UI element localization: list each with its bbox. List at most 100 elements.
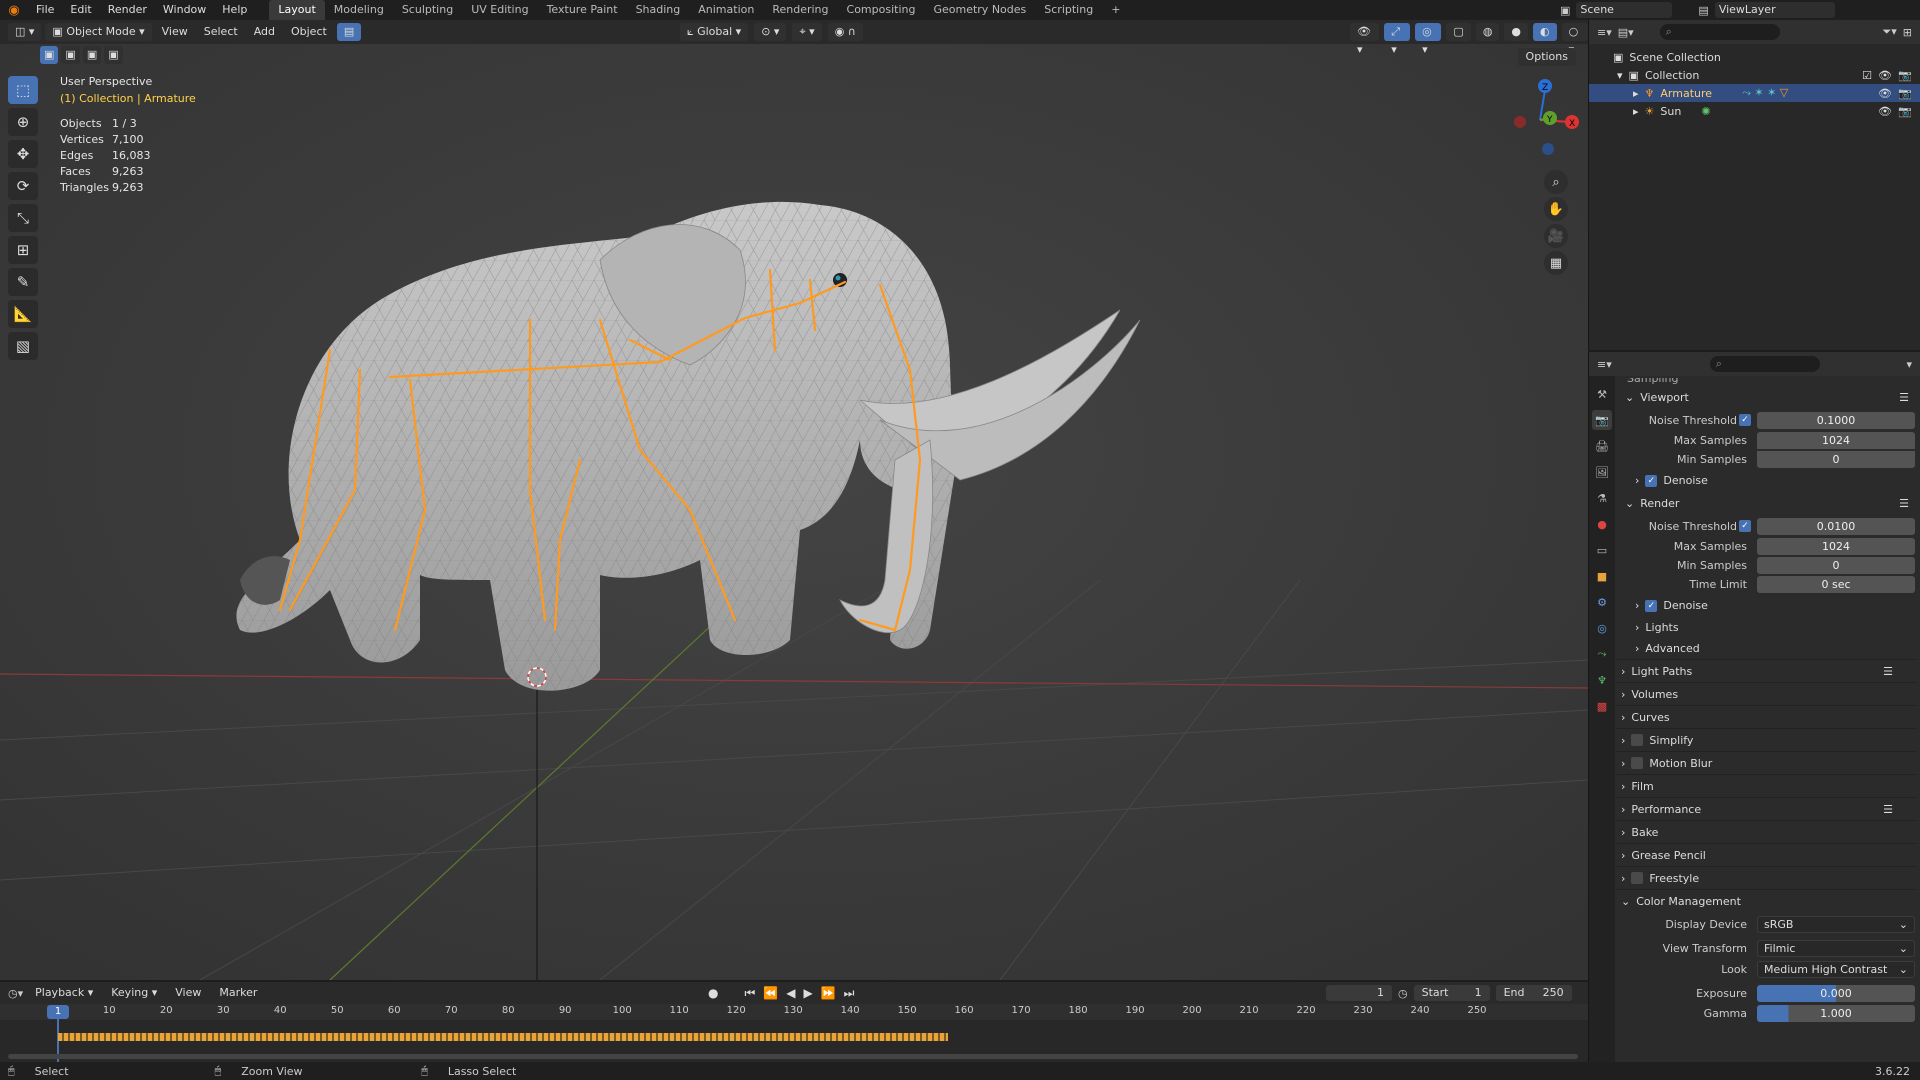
outliner-row-armature[interactable]: ▸ ♆ Armature ⤳ ✶ ✶ ▽ 👁 📷 <box>1589 84 1920 102</box>
blender-logo-icon[interactable]: ◉ <box>0 3 28 18</box>
select-new-icon[interactable]: ▣ <box>40 46 59 64</box>
start-frame-field[interactable]: Start 1 <box>1413 985 1490 1001</box>
view-layer-icon[interactable]: ▤ <box>1698 4 1708 17</box>
filter-icon[interactable]: ⏷▾ <box>1882 25 1896 39</box>
noise-threshold-checkbox[interactable]: ✓ <box>1739 520 1751 532</box>
eye-icon[interactable]: 👁 <box>1878 69 1892 82</box>
jump-start-icon[interactable]: ⏮ <box>744 986 755 1001</box>
rendered-shading-icon[interactable]: ○ ▾ <box>1561 23 1588 56</box>
display-device-select[interactable]: sRGB ⌄ <box>1757 915 1915 933</box>
timeline-editor-icon[interactable]: ◷▾ <box>8 987 23 1000</box>
panel-freestyle[interactable]: › Freestyle <box>1617 866 1917 889</box>
tab-sculpting[interactable]: Sculpting <box>393 0 462 20</box>
perspective-toggle-icon[interactable]: ▦ <box>1544 251 1568 275</box>
add-cube-tool-icon[interactable]: ▧ <box>8 332 38 360</box>
panel-light-paths[interactable]: › Light Paths ☰ <box>1617 659 1917 682</box>
3d-viewport[interactable]: ◫ ▾ ▣ Object Mode ▾ View Select Add Obje… <box>0 20 1588 980</box>
min-samples-field[interactable]: 0 <box>1757 451 1915 468</box>
material-shading-icon[interactable]: ◐ <box>1533 23 1557 41</box>
next-keyframe-icon[interactable]: ⏩ <box>821 986 836 1000</box>
section-render[interactable]: ⌄ Render ☰ <box>1617 492 1917 515</box>
menu-add[interactable]: Add <box>248 23 281 41</box>
list-icon[interactable]: ☰ <box>1883 665 1893 678</box>
world-tab-icon[interactable]: ● <box>1592 514 1612 534</box>
menu-marker[interactable]: Marker <box>213 984 263 1002</box>
panel-bake[interactable]: › Bake <box>1617 820 1917 843</box>
look-select[interactable]: Medium High Contrast ⌄ <box>1757 961 1915 978</box>
panel-volumes[interactable]: › Volumes <box>1617 682 1917 705</box>
min-samples-field[interactable]: 0 <box>1757 557 1915 574</box>
measure-tool-icon[interactable]: 📐 <box>8 300 38 328</box>
tab-texture-paint[interactable]: Texture Paint <box>538 0 627 20</box>
denoise-checkbox[interactable]: ✓ <box>1645 599 1658 612</box>
exclude-checkbox-icon[interactable]: ☑ <box>1862 69 1872 82</box>
tab-shading[interactable]: Shading <box>627 0 690 20</box>
menu-view[interactable]: View <box>156 23 194 41</box>
gamma-slider[interactable]: 1.000 <box>1757 1004 1915 1022</box>
overlay-icon[interactable]: ◎ ▾ <box>1415 23 1442 56</box>
xray-icon[interactable]: ▢ <box>1446 23 1471 41</box>
tool-tab-icon[interactable]: ⚒ <box>1592 384 1612 404</box>
annotate-tool-icon[interactable]: ✎ <box>8 268 38 296</box>
subsection-lights[interactable]: › Lights <box>1617 617 1917 638</box>
menu-help[interactable]: Help <box>214 0 255 20</box>
tab-scripting[interactable]: Scripting <box>1035 0 1102 20</box>
clock-icon[interactable]: ◷ <box>1398 987 1408 1000</box>
panel-motion-blur[interactable]: › Motion Blur <box>1617 751 1917 774</box>
panel-film[interactable]: › Film <box>1617 774 1917 797</box>
new-collection-icon[interactable]: ⊞ <box>1903 26 1912 39</box>
menu-timeline-view[interactable]: View <box>169 984 207 1002</box>
time-limit-field[interactable]: 0 sec <box>1757 576 1915 593</box>
camera-view-icon[interactable]: 🎥 <box>1544 224 1568 248</box>
properties-editor-icon[interactable]: ≡▾ <box>1597 358 1612 371</box>
panel-curves[interactable]: › Curves <box>1617 705 1917 728</box>
exposure-slider[interactable]: 0.000 <box>1757 984 1915 1002</box>
menu-render[interactable]: Render <box>100 0 155 20</box>
expand-arrow-icon[interactable]: ▾ <box>1617 69 1623 82</box>
mode-selector[interactable]: ▣ Object Mode ▾ <box>45 23 152 41</box>
pan-hand-icon[interactable]: ✋ <box>1544 197 1568 221</box>
select-invert-icon[interactable]: ▣ <box>104 46 123 64</box>
object-tab-icon[interactable]: ■ <box>1592 566 1612 586</box>
options-button[interactable]: Options <box>1517 48 1576 66</box>
play-icon[interactable]: ▶ <box>803 986 812 1000</box>
data-tab-icon[interactable]: ♆ <box>1592 670 1612 690</box>
max-samples-field[interactable]: 1024 <box>1757 432 1915 449</box>
tab-compositing[interactable]: Compositing <box>838 0 925 20</box>
outliner-search-input[interactable]: ⌕ <box>1659 24 1780 40</box>
current-frame-field[interactable]: 1 <box>1326 985 1392 1001</box>
eye-icon[interactable]: 👁 <box>1878 87 1892 100</box>
tab-geometry-nodes[interactable]: Geometry Nodes <box>924 0 1035 20</box>
view-layer-name[interactable]: ViewLayer <box>1714 2 1835 18</box>
select-subtract-icon[interactable]: ▣ <box>82 46 102 64</box>
output-tab-icon[interactable]: 🖨 <box>1592 436 1612 456</box>
outliner-row-sun[interactable]: ▸ ☀ Sun ✺ 👁 📷 <box>1589 102 1920 120</box>
tab-modeling[interactable]: Modeling <box>325 0 393 20</box>
pin-icon[interactable]: ▾ <box>1906 358 1912 371</box>
scale-tool-icon[interactable]: ⤡ <box>8 204 38 232</box>
snap-icon[interactable]: ⌖ ▾ <box>792 23 822 41</box>
scene-name[interactable]: Scene <box>1576 2 1673 18</box>
expand-arrow-icon[interactable]: ▸ <box>1633 87 1639 100</box>
tab-animation[interactable]: Animation <box>689 0 763 20</box>
render-camera-icon[interactable]: 📷 <box>1898 105 1912 118</box>
render-camera-icon[interactable]: 📷 <box>1898 69 1912 82</box>
tab-rendering[interactable]: Rendering <box>763 0 837 20</box>
list-icon[interactable]: ☰ <box>1899 497 1909 510</box>
panel-grease-pencil[interactable]: › Grease Pencil <box>1617 843 1917 866</box>
transform-tool-icon[interactable]: ⊞ <box>8 236 38 264</box>
subsection-viewport-denoise[interactable]: › ✓ Denoise <box>1617 469 1917 492</box>
outliner-editor-icon[interactable]: ≡▾ <box>1597 26 1612 39</box>
view-layer-tab-icon[interactable]: 🖼 <box>1592 462 1612 482</box>
zoom-icon[interactable]: ⌕ <box>1544 170 1568 194</box>
collection-tab-icon[interactable]: ▭ <box>1592 540 1612 560</box>
simplify-checkbox[interactable] <box>1631 734 1644 746</box>
axis-gizmo[interactable]: Z X Y <box>1490 70 1580 160</box>
menu-playback[interactable]: Playback ▾ <box>29 984 99 1002</box>
expand-arrow-icon[interactable]: ▸ <box>1633 105 1639 118</box>
add-workspace-icon[interactable]: + <box>1102 0 1129 20</box>
wireframe-shading-icon[interactable]: ◍ <box>1475 23 1500 41</box>
panel-color-management[interactable]: ⌄ Color Management <box>1617 889 1917 912</box>
panel-performance[interactable]: › Performance ☰ <box>1617 797 1917 820</box>
noise-threshold-field[interactable]: 0.1000 <box>1757 411 1915 429</box>
